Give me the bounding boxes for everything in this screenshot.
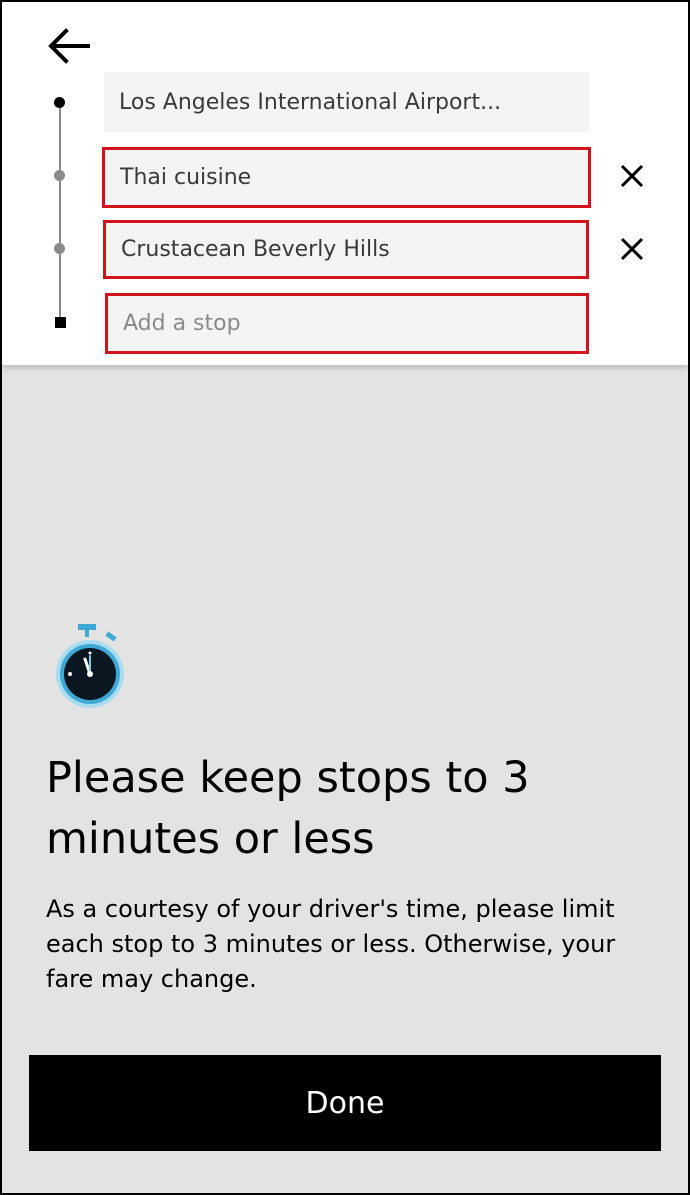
route-editor-panel: Los Angeles International Airport... Tha… — [2, 2, 688, 365]
add-stop-field[interactable]: Add a stop — [105, 293, 589, 354]
stop-marker — [54, 170, 65, 181]
stop-marker — [54, 243, 65, 254]
origin-marker — [54, 97, 65, 108]
stop-time-description: As a courtesy of your driver's time, ple… — [46, 895, 616, 993]
add-stop-placeholder: Add a stop — [123, 311, 241, 336]
pickup-location-text: Los Angeles International Airport... — [119, 89, 502, 115]
app-frame: Los Angeles International Airport... Tha… — [0, 0, 690, 1195]
done-button[interactable]: Done — [29, 1055, 661, 1151]
remove-stop-2-button[interactable] — [612, 229, 652, 269]
remove-stop-1-button[interactable] — [612, 156, 652, 196]
arrow-left-icon — [48, 28, 90, 64]
stop-field-1-text: Thai cuisine — [120, 165, 252, 190]
stopwatch-icon — [56, 624, 124, 708]
back-button[interactable] — [40, 22, 96, 70]
stop-time-headline: Please keep stops to 3 minutes or less — [46, 753, 530, 864]
close-icon — [620, 237, 644, 261]
stop-field-2-text: Crustacean Beverly Hills — [121, 237, 390, 262]
stop-field-2[interactable]: Crustacean Beverly Hills — [103, 220, 589, 279]
destination-marker — [55, 317, 66, 328]
stop-field-1[interactable]: Thai cuisine — [102, 147, 591, 208]
route-connector-line — [59, 102, 61, 322]
done-button-label: Done — [305, 1085, 385, 1121]
close-icon — [620, 164, 644, 188]
pickup-location-field[interactable]: Los Angeles International Airport... — [104, 72, 589, 132]
